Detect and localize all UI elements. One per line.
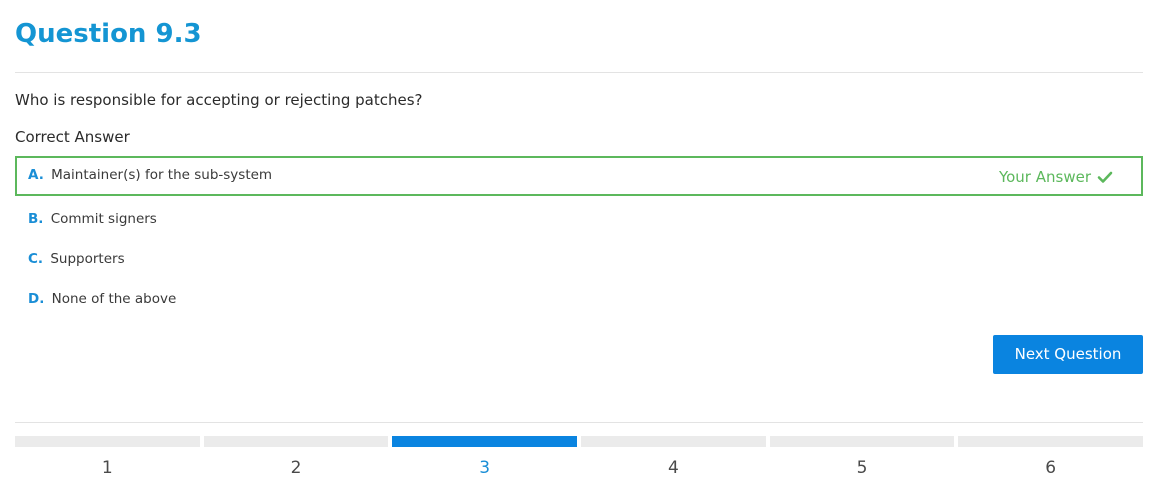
progress-number: 6: [1045, 458, 1057, 478]
question-progress: 1 2 3 4 5 6: [15, 436, 1144, 478]
progress-number: 1: [101, 458, 113, 478]
answer-letter: D.: [28, 291, 45, 307]
question-text: Who is responsible for accepting or reje…: [15, 91, 423, 109]
progress-number: 5: [856, 458, 868, 478]
progress-bar: [392, 436, 578, 447]
answer-option-c[interactable]: C. Supporters: [15, 240, 1143, 280]
progress-step-1[interactable]: 1: [15, 436, 200, 478]
progress-bar: [581, 436, 766, 447]
correct-answer-label: Correct Answer: [15, 128, 130, 146]
answer-letter: C.: [28, 251, 44, 267]
progress-step-6[interactable]: 6: [958, 436, 1144, 478]
quiz-container: Question 9.3 Who is responsible for acce…: [15, 0, 1144, 478]
check-icon: [1097, 171, 1113, 183]
next-question-button[interactable]: Next Question: [993, 335, 1143, 374]
answer-text: Commit signers: [50, 211, 157, 227]
answer-text: None of the above: [51, 291, 177, 307]
progress-bar: [769, 436, 955, 447]
title-divider: [15, 72, 1143, 73]
your-answer-badge: Your Answer: [999, 160, 1113, 194]
progress-step-5[interactable]: 5: [769, 436, 955, 478]
answer-text: Supporters: [50, 251, 125, 267]
answer-letter: B.: [28, 211, 44, 227]
progress-bar: [203, 436, 389, 447]
answer-option-a[interactable]: A. Maintainer(s) for the sub-system Your…: [15, 156, 1143, 196]
progress-number: 3: [479, 458, 491, 478]
answer-option-b[interactable]: B. Commit signers: [15, 200, 1143, 240]
question-title: Question 9.3: [15, 19, 202, 49]
progress-divider: [15, 422, 1143, 423]
progress-number: 2: [290, 458, 302, 478]
progress-step-4[interactable]: 4: [581, 436, 766, 478]
progress-bar: [15, 436, 200, 447]
progress-number: 4: [667, 458, 679, 478]
answer-list: A. Maintainer(s) for the sub-system Your…: [15, 156, 1143, 320]
answer-option-d[interactable]: D. None of the above: [15, 280, 1143, 320]
answer-text: Maintainer(s) for the sub-system: [51, 167, 273, 183]
progress-step-2[interactable]: 2: [203, 436, 389, 478]
answer-letter: A.: [28, 167, 44, 183]
progress-bar: [958, 436, 1144, 447]
progress-step-3[interactable]: 3: [392, 436, 578, 478]
your-answer-label: Your Answer: [998, 168, 1091, 186]
